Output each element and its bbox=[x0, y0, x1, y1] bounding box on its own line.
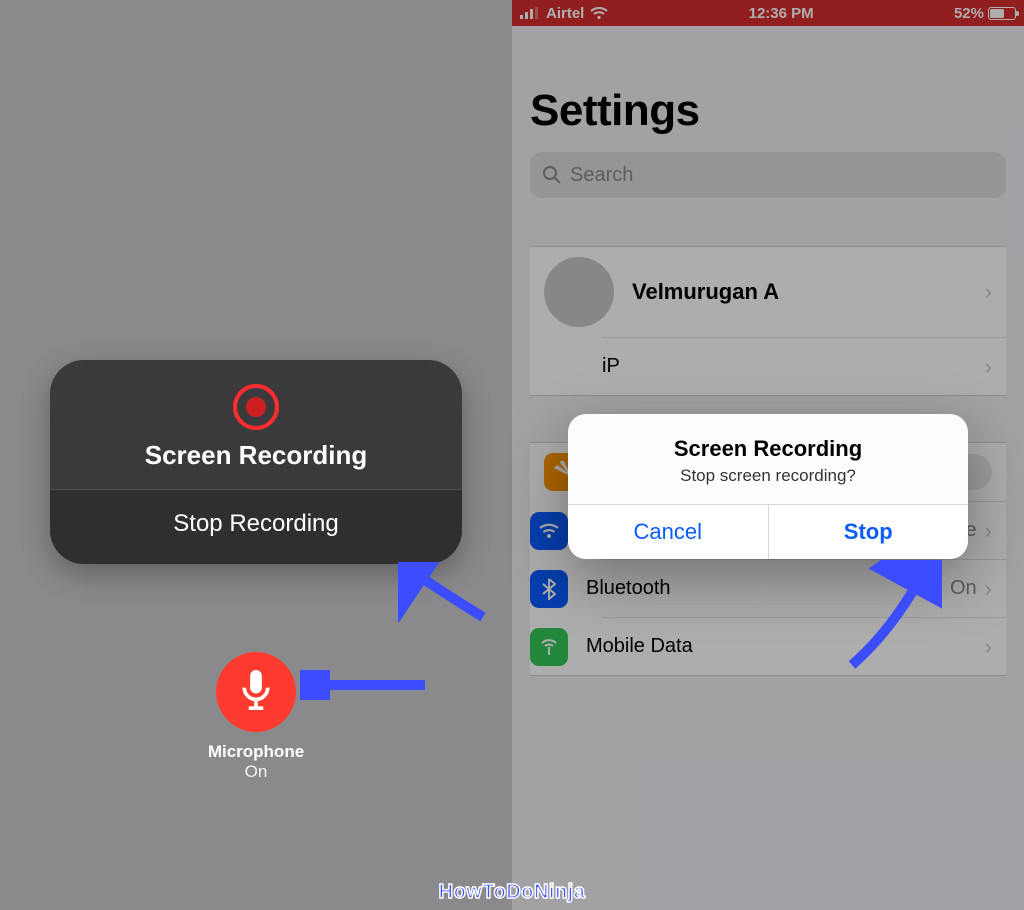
stop-recording-button[interactable]: Stop Recording bbox=[50, 490, 462, 564]
microphone-labels: Microphone On bbox=[0, 742, 512, 782]
microphone-label: Microphone bbox=[0, 742, 512, 762]
microphone-state: On bbox=[0, 762, 512, 782]
watermark: HowToDoNinja bbox=[439, 881, 586, 904]
screen-recording-header: Screen Recording bbox=[50, 360, 462, 489]
microphone-toggle-button[interactable] bbox=[216, 652, 296, 732]
stop-recording-alert: Screen Recording Stop screen recording? … bbox=[568, 414, 968, 559]
annotation-arrow bbox=[300, 670, 430, 700]
alert-title: Screen Recording bbox=[588, 436, 948, 462]
settings-panel: Airtel 12:36 PM 52% Settings Search bbox=[512, 0, 1024, 910]
record-icon bbox=[233, 384, 279, 430]
microphone-icon bbox=[238, 670, 274, 714]
screen-recording-card: Screen Recording Stop Recording bbox=[50, 360, 462, 564]
screen-recording-title: Screen Recording bbox=[60, 440, 452, 471]
annotation-arrow bbox=[832, 560, 942, 670]
alert-message: Stop screen recording? bbox=[588, 466, 948, 486]
annotation-arrow bbox=[398, 562, 488, 622]
cancel-button[interactable]: Cancel bbox=[568, 505, 768, 559]
stop-button[interactable]: Stop bbox=[768, 505, 969, 559]
control-center-panel: Screen Recording Stop Recording Micropho… bbox=[0, 0, 512, 910]
